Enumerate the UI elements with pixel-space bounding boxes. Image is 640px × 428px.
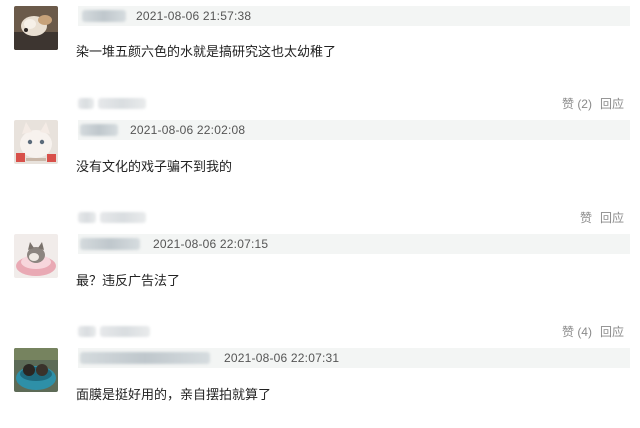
timestamp: 2021-08-06 22:07:31 <box>224 351 340 365</box>
reply-button[interactable]: 回应 <box>600 325 624 339</box>
timestamp: 2021-08-06 22:02:08 <box>130 123 246 137</box>
timestamp: 2021-08-06 21:57:38 <box>136 9 252 23</box>
like-label: 赞 <box>561 325 574 339</box>
comment-text: 没有文化的戏子骗不到我的 <box>76 159 233 174</box>
comment-text: 面膜是挺好用的，亲自摆拍就算了 <box>76 387 272 402</box>
reply-meta <box>78 326 96 337</box>
like-count: (2) <box>577 97 592 111</box>
comment-meta-bar: 2021-08-06 22:07:31 <box>78 348 630 368</box>
comment-meta-bar: 2021-08-06 21:57:38 <box>78 6 630 26</box>
cat-in-basin-photo-icon <box>14 234 58 278</box>
dog-photo-icon <box>14 6 58 50</box>
avatar[interactable] <box>14 6 58 50</box>
comment-actions: 赞 (4) 回应 <box>562 323 624 340</box>
comment-footer: 赞 (2) 回应 <box>78 94 630 112</box>
dogs-in-tub-photo-icon <box>14 348 58 392</box>
like-count: (4) <box>577 325 592 339</box>
comment-text: 最？违反广告法了 <box>76 273 181 288</box>
like-button[interactable]: 赞 (2) <box>562 97 592 111</box>
like-label: 赞 <box>561 97 574 111</box>
reply-button[interactable]: 回应 <box>600 211 624 225</box>
username[interactable] <box>80 238 140 250</box>
comment-meta-bar: 2021-08-06 22:02:08 <box>78 120 630 140</box>
comment-footer: 赞 (4) 回应 <box>78 322 630 340</box>
reply-meta <box>98 98 146 109</box>
like-button[interactable]: 赞 (4) <box>562 325 592 339</box>
avatar[interactable] <box>14 348 58 392</box>
comment-actions: 赞回应 <box>580 209 624 226</box>
username[interactable] <box>82 10 126 22</box>
like-button[interactable]: 赞 <box>580 211 592 225</box>
like-label: 赞 <box>579 211 592 225</box>
reply-meta <box>78 98 94 109</box>
username[interactable] <box>80 124 118 136</box>
username[interactable] <box>80 352 210 364</box>
avatar[interactable] <box>14 120 58 164</box>
comment-actions: 赞 (2) 回应 <box>562 95 624 112</box>
reply-meta <box>100 326 150 337</box>
comment-footer: 赞回应 <box>78 208 630 226</box>
comment-meta-bar: 2021-08-06 22:07:15 <box>78 234 630 254</box>
avatar[interactable] <box>14 234 58 278</box>
timestamp: 2021-08-06 22:07:15 <box>153 237 269 251</box>
reply-button[interactable]: 回应 <box>600 97 624 111</box>
cat-photo-icon <box>14 120 58 164</box>
reply-meta <box>78 212 96 223</box>
reply-meta <box>100 212 146 223</box>
comment-text: 染一堆五颜六色的水就是搞研究这也太幼稚了 <box>76 44 337 59</box>
